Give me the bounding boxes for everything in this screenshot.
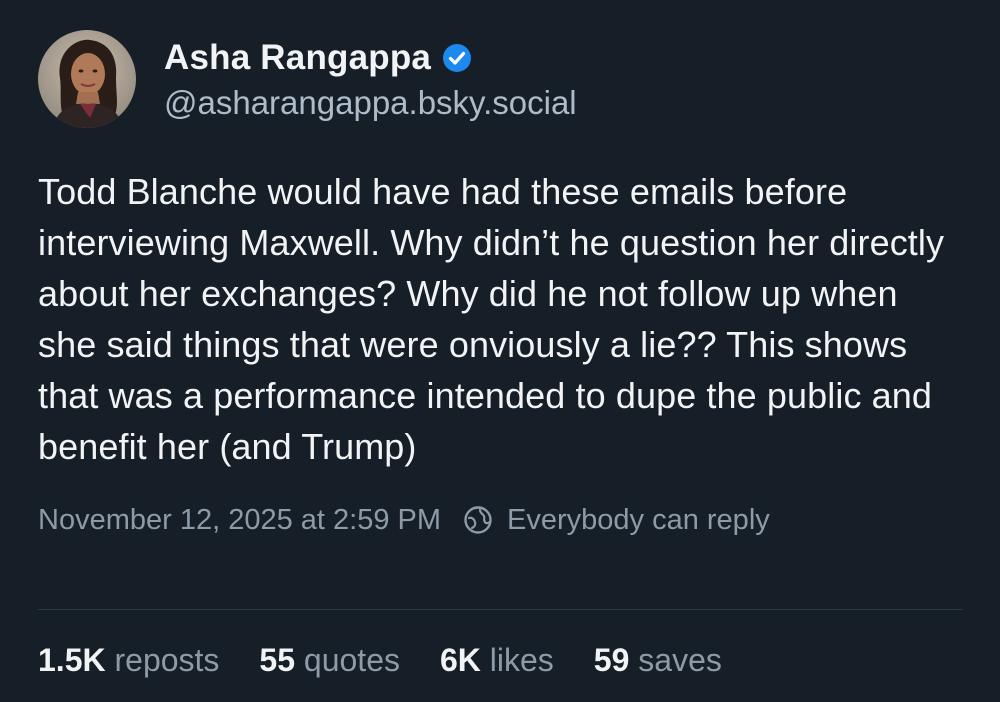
author-identity: Asha Rangappa @asharangappa.bsky.social	[164, 36, 577, 122]
stats-divider	[38, 609, 963, 610]
stat-quotes[interactable]: 55 quotes	[259, 642, 400, 679]
verified-badge-icon[interactable]	[441, 42, 473, 74]
stat-reposts-label: reposts	[114, 641, 220, 678]
author-display-name[interactable]: Asha Rangappa	[164, 38, 431, 78]
author-handle[interactable]: @asharangappa.bsky.social	[164, 84, 577, 122]
stat-likes[interactable]: 6K likes	[440, 642, 554, 679]
stat-saves-label: saves	[638, 641, 722, 678]
reply-setting[interactable]: Everybody can reply	[507, 504, 770, 537]
post-timestamp: November 12, 2025 at 2:59 PM	[38, 503, 442, 536]
engagement-stats: 1.5K reposts 55 quotes 6K likes 59 saves	[38, 636, 762, 684]
post-meta: November 12, 2025 at 2:59 PM Everybody c…	[38, 498, 963, 542]
post: Asha Rangappa @asharangappa.bsky.social …	[38, 30, 963, 542]
post-text: Todd Blanche would have had these emails…	[38, 171, 945, 467]
stat-reposts-count: 1.5K	[38, 641, 106, 678]
stat-quotes-label: quotes	[303, 641, 400, 678]
stat-likes-count: 6K	[439, 641, 481, 678]
stat-quotes-count: 55	[259, 641, 296, 678]
post-header: Asha Rangappa @asharangappa.bsky.social	[38, 30, 963, 128]
name-row: Asha Rangappa	[164, 36, 577, 80]
stat-reposts[interactable]: 1.5K reposts	[38, 642, 219, 679]
avatar[interactable]	[38, 30, 136, 128]
stat-saves-count: 59	[593, 641, 630, 678]
stat-saves[interactable]: 59 saves	[594, 642, 722, 679]
globe-icon	[463, 505, 493, 535]
stat-likes-label: likes	[489, 641, 554, 678]
